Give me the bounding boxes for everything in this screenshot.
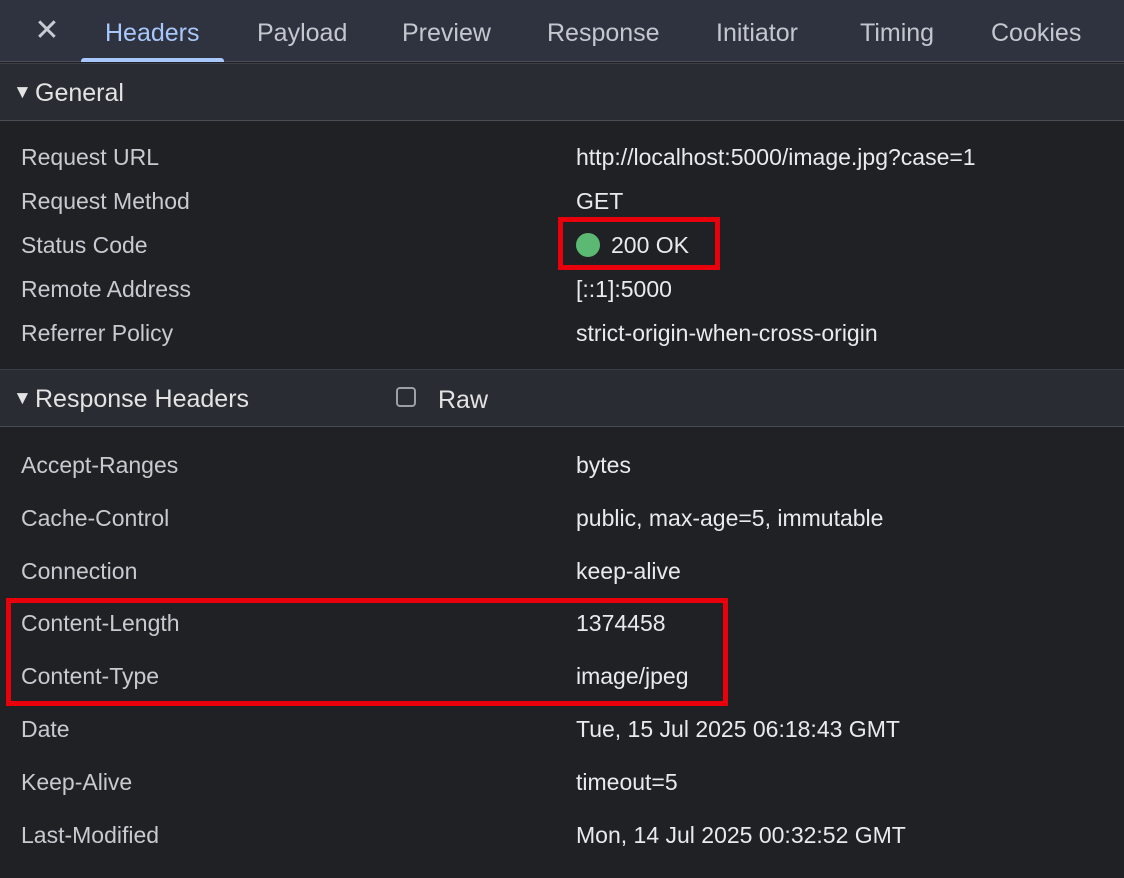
tab-payload[interactable]: Payload bbox=[257, 0, 347, 62]
tab-cookies[interactable]: Cookies bbox=[991, 0, 1081, 62]
response-row-cache-control: Cache-Control public, max-age=5, immutab… bbox=[0, 498, 1124, 538]
general-row-referrer-policy: Referrer Policy strict-origin-when-cross… bbox=[0, 313, 1124, 353]
header-name: Last-Modified bbox=[21, 822, 160, 848]
general-row-request-method: Request Method GET bbox=[0, 181, 1124, 221]
header-value: bytes bbox=[576, 452, 631, 478]
header-name: Accept-Ranges bbox=[21, 452, 179, 478]
tab-response-label: Response bbox=[547, 19, 660, 47]
response-row-accept-ranges: Accept-Ranges bytes bbox=[0, 445, 1124, 485]
header-name: Date bbox=[21, 716, 70, 742]
expand-triangle-icon[interactable]: ▼ bbox=[13, 384, 32, 414]
general-section-title[interactable]: General bbox=[35, 78, 124, 108]
raw-checkbox[interactable] bbox=[396, 387, 416, 407]
header-name: Status Code bbox=[21, 232, 148, 258]
general-row-remote-address: Remote Address [::1]:5000 bbox=[0, 269, 1124, 309]
tab-payload-label: Payload bbox=[257, 19, 348, 47]
header-name: Request Method bbox=[21, 188, 190, 214]
header-value: Mon, 14 Jul 2025 00:32:52 GMT bbox=[576, 822, 906, 848]
close-icon[interactable]: ✕ bbox=[30, 14, 64, 48]
header-name: Remote Address bbox=[21, 276, 192, 302]
response-headers-section-header[interactable]: ▼ Response Headers Raw bbox=[0, 369, 1124, 427]
tab-headers[interactable]: Headers bbox=[81, 0, 224, 62]
header-value: timeout=5 bbox=[576, 769, 678, 795]
tab-preview-label: Preview bbox=[402, 19, 491, 47]
tab-initiator[interactable]: Initiator bbox=[716, 0, 798, 62]
header-value: strict-origin-when-cross-origin bbox=[576, 320, 878, 346]
tab-initiator-label: Initiator bbox=[716, 19, 798, 47]
content-headers-highlight-box bbox=[6, 598, 728, 706]
header-name: Request URL bbox=[21, 144, 160, 170]
status-code-highlight-box bbox=[558, 217, 720, 270]
header-name: Cache-Control bbox=[21, 505, 170, 531]
tab-response[interactable]: Response bbox=[547, 0, 660, 62]
header-name: Connection bbox=[21, 558, 138, 584]
header-value: GET bbox=[576, 188, 624, 214]
tab-bar: ✕ Headers Payload Preview Response Initi… bbox=[0, 0, 1124, 62]
response-row-keep-alive: Keep-Alive timeout=5 bbox=[0, 762, 1124, 802]
general-row-request-url: Request URL http://localhost:5000/image.… bbox=[0, 137, 1124, 177]
tab-preview[interactable]: Preview bbox=[402, 0, 491, 62]
header-value: http://localhost:5000/image.jpg?case=1 bbox=[576, 144, 976, 170]
header-value: Tue, 15 Jul 2025 06:18:43 GMT bbox=[576, 716, 900, 742]
header-value: public, max-age=5, immutable bbox=[576, 505, 884, 531]
response-row-last-modified: Last-Modified Mon, 14 Jul 2025 00:32:52 … bbox=[0, 815, 1124, 855]
header-name: Keep-Alive bbox=[21, 769, 133, 795]
response-row-date: Date Tue, 15 Jul 2025 06:18:43 GMT bbox=[0, 709, 1124, 749]
active-tab-indicator bbox=[81, 58, 224, 62]
response-row-connection: Connection keep-alive bbox=[0, 551, 1124, 591]
tab-cookies-label: Cookies bbox=[991, 19, 1082, 47]
response-headers-section-title[interactable]: Response Headers bbox=[35, 384, 249, 414]
header-value: [::1]:5000 bbox=[576, 276, 672, 302]
general-section-header[interactable]: ▼ General bbox=[0, 63, 1124, 121]
tab-headers-label: Headers bbox=[105, 19, 200, 47]
expand-triangle-icon[interactable]: ▼ bbox=[13, 78, 32, 108]
tab-timing[interactable]: Timing bbox=[860, 0, 934, 62]
header-value: keep-alive bbox=[576, 558, 681, 584]
tab-timing-label: Timing bbox=[860, 19, 935, 47]
header-name: Referrer Policy bbox=[21, 320, 174, 346]
raw-checkbox-label[interactable]: Raw bbox=[438, 385, 488, 415]
